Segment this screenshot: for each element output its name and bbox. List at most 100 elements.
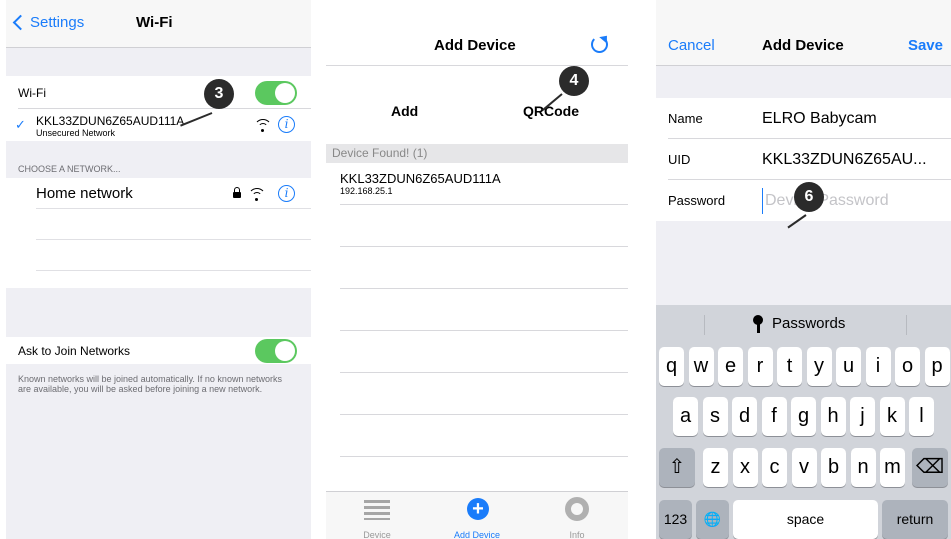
- wifi-signal-dot: [261, 129, 264, 132]
- password-label: Password: [668, 193, 726, 208]
- key-l[interactable]: l: [909, 397, 934, 436]
- checkmark-icon: ✓: [15, 117, 26, 132]
- device-uid: KKL33ZDUN6Z65AUD111A: [340, 171, 501, 186]
- network-row-home[interactable]: Home network i: [36, 178, 311, 209]
- key-f[interactable]: f: [761, 397, 787, 436]
- device-row[interactable]: KKL33ZDUN6Z65AUD111A 192.168.25.1: [340, 163, 628, 205]
- toggle-knob: [275, 83, 295, 103]
- save-button[interactable]: Save: [908, 37, 943, 54]
- choose-network-header: CHOOSE A NETWORK...: [18, 164, 121, 174]
- ask-to-join-toggle[interactable]: [255, 339, 297, 363]
- key-o[interactable]: o: [895, 347, 920, 386]
- key-q[interactable]: q: [659, 347, 684, 386]
- key-n[interactable]: n: [850, 448, 876, 487]
- step-badge-6: 6: [794, 182, 824, 212]
- info-icon[interactable]: i: [278, 116, 295, 133]
- wifi-settings-screen: Settings Wi-Fi Wi-Fi ✓ KKL33ZDUN6Z65AUD1…: [6, 0, 311, 539]
- info-icon[interactable]: i: [278, 185, 295, 202]
- toggle-knob: [275, 341, 295, 361]
- back-label: Settings: [30, 14, 85, 31]
- name-label: Name: [668, 111, 703, 126]
- nav-bar: Settings Wi-Fi: [6, 0, 311, 48]
- key-r[interactable]: r: [747, 347, 773, 386]
- tab-add-device-label: Add Device: [453, 530, 501, 539]
- key-c[interactable]: c: [762, 448, 787, 487]
- key-j[interactable]: j: [850, 397, 875, 436]
- key-z[interactable]: z: [703, 448, 728, 487]
- key-s[interactable]: s: [702, 397, 728, 436]
- key-e[interactable]: e: [718, 347, 743, 386]
- wifi-toggle-row: Wi-Fi: [18, 76, 311, 109]
- tab-info[interactable]: Info: [537, 492, 617, 539]
- uid-label: UID: [668, 152, 691, 167]
- add-device-screen: Add Device Add QRCode 4 Device Found! (1…: [326, 0, 628, 539]
- key-x[interactable]: x: [732, 448, 758, 487]
- list-divider: [340, 456, 628, 457]
- tab-add[interactable]: Add: [391, 103, 418, 119]
- plus-circle-icon: +: [467, 498, 489, 520]
- key-b[interactable]: b: [821, 448, 846, 487]
- back-button[interactable]: Settings: [12, 14, 84, 31]
- key-t[interactable]: t: [777, 347, 802, 386]
- list-divider: [340, 288, 628, 289]
- chevron-left-icon: [12, 14, 29, 31]
- tab-qrcode[interactable]: QRCode: [523, 103, 579, 119]
- tab-device-label: Device: [363, 530, 391, 539]
- numbers-key[interactable]: 123: [659, 500, 692, 539]
- tab-info-label: Info: [569, 530, 585, 539]
- uid-row: UID KKL33ZDUN6Z65AU...: [668, 139, 951, 180]
- globe-icon[interactable]: 🌐: [696, 500, 729, 539]
- key-p[interactable]: p: [924, 347, 950, 386]
- wifi-group: Wi-Fi ✓ KKL33ZDUN6Z65AUD111A Unsecured N…: [6, 76, 311, 141]
- key-i[interactable]: i: [865, 347, 891, 386]
- password-field[interactable]: [762, 188, 942, 214]
- page-title: Wi-Fi: [136, 14, 173, 31]
- shift-key[interactable]: ⇧: [659, 448, 695, 487]
- divider: [704, 315, 705, 335]
- key-w[interactable]: w: [688, 347, 714, 386]
- keyboard-suggestion-bar[interactable]: Passwords: [656, 305, 951, 343]
- device-found-header: Device Found! (1): [326, 144, 628, 163]
- cancel-button[interactable]: Cancel: [668, 37, 715, 54]
- tab-device[interactable]: Device: [337, 492, 417, 539]
- key-y[interactable]: y: [806, 347, 832, 386]
- passwords-label: Passwords: [772, 315, 846, 332]
- key-v[interactable]: v: [791, 448, 817, 487]
- list-divider: [340, 246, 628, 247]
- current-network-status: Unsecured Network: [36, 128, 116, 138]
- wifi-toggle[interactable]: [255, 81, 297, 105]
- space-key[interactable]: space: [733, 500, 878, 539]
- return-key[interactable]: return: [882, 500, 948, 539]
- nav-bar: Add Device: [326, 0, 628, 66]
- list-icon: [364, 500, 390, 520]
- tab-bar: Device + Add Device Info: [326, 491, 628, 539]
- current-network-row[interactable]: ✓ KKL33ZDUN6Z65AUD111A Unsecured Network…: [6, 109, 311, 141]
- keyboard: Passwords q w e r t y u i o p a s d f g h j k l ⇧ z x c v b n m ⌫ 12…: [656, 305, 951, 539]
- key-u[interactable]: u: [836, 347, 861, 386]
- key-h[interactable]: h: [820, 397, 846, 436]
- list-divider: [340, 372, 628, 373]
- tab-add-device[interactable]: + Add Device: [437, 492, 517, 539]
- key-m[interactable]: m: [880, 448, 905, 487]
- uid-field[interactable]: KKL33ZDUN6Z65AU...: [762, 151, 927, 169]
- wifi-signal-dot: [255, 198, 258, 201]
- name-field[interactable]: ELRO Babycam: [762, 110, 877, 128]
- list-divider: [340, 414, 628, 415]
- key-a[interactable]: a: [673, 397, 698, 436]
- backspace-key[interactable]: ⌫: [912, 448, 948, 487]
- refresh-icon[interactable]: [591, 36, 608, 53]
- step-badge-3: 3: [204, 79, 234, 109]
- key-k[interactable]: k: [879, 397, 905, 436]
- add-device-form-screen: Cancel Add Device Save Name ELRO Babycam…: [656, 0, 951, 539]
- device-ip: 192.168.25.1: [340, 186, 393, 196]
- key-d[interactable]: d: [732, 397, 757, 436]
- lock-icon: [233, 187, 241, 198]
- network-list: Home network i: [6, 178, 311, 288]
- nav-bar: Cancel Add Device Save: [656, 0, 951, 66]
- wifi-label: Wi-Fi: [18, 86, 46, 100]
- key-g[interactable]: g: [791, 397, 816, 436]
- network-row-empty: [36, 240, 311, 271]
- divider: [906, 315, 907, 335]
- network-row-empty: [36, 209, 311, 240]
- lifebuoy-icon: [565, 497, 589, 521]
